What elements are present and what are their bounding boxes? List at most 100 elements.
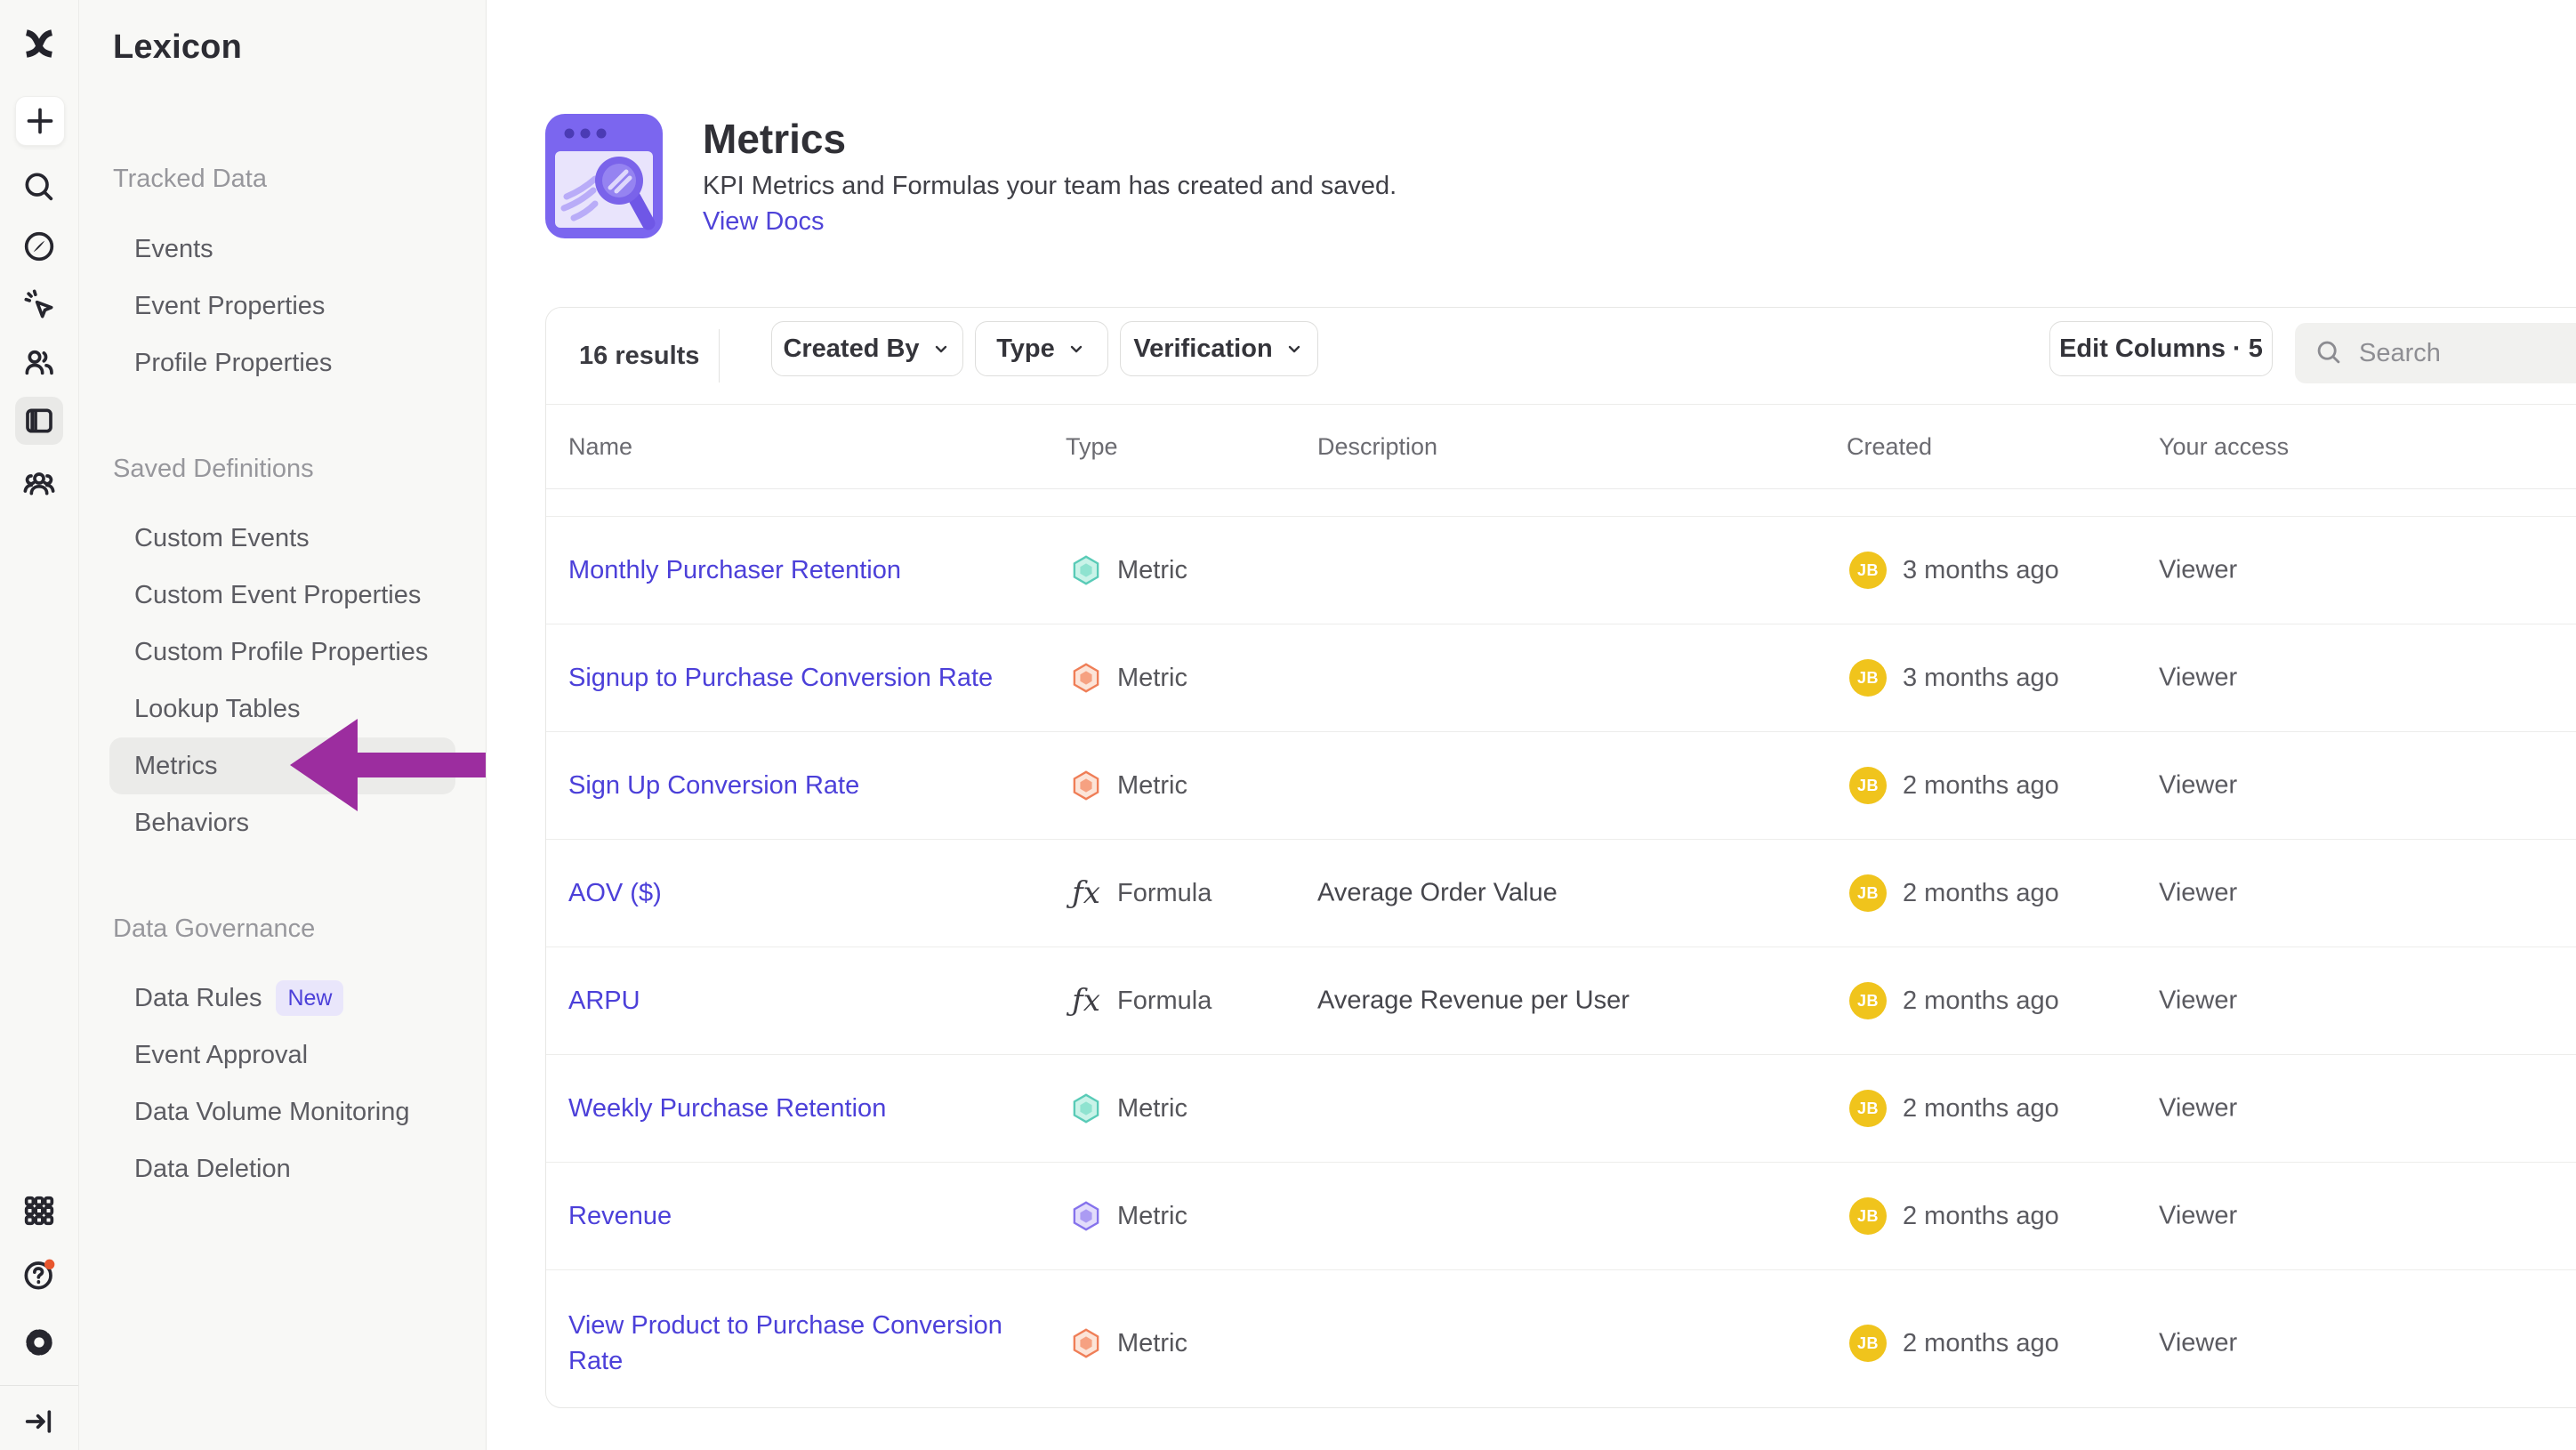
creator-avatar: JB <box>1849 552 1887 589</box>
created-time: 2 months ago <box>1903 1202 2059 1231</box>
created-cell: JB 2 months ago <box>1849 1090 2059 1127</box>
formula-fx-icon: ƒx <box>1069 983 1103 1019</box>
access-cell: Viewer <box>2159 771 2237 801</box>
lexicon-panel-icon[interactable] <box>15 397 63 445</box>
access-cell: Viewer <box>2159 1329 2237 1358</box>
created-by-filter-button[interactable]: Created By <box>771 321 963 376</box>
table-header: Name Type Description Created Your acces… <box>546 405 2576 489</box>
column-header-type[interactable]: Type <box>1066 405 1118 488</box>
type-label: Metric <box>1117 664 1187 693</box>
toolbar-divider <box>719 329 720 383</box>
mixpanel-logo-icon[interactable] <box>18 22 60 65</box>
created-cell: JB 3 months ago <box>1849 552 2059 589</box>
created-time: 2 months ago <box>1903 1329 2059 1358</box>
type-cell: Metric <box>1069 1326 1187 1360</box>
created-time: 2 months ago <box>1903 879 2059 908</box>
metric-teal-hexagon-icon <box>1069 553 1103 587</box>
sidebar-item-label: Events <box>134 221 213 278</box>
creator-avatar: JB <box>1849 874 1887 912</box>
column-header-description[interactable]: Description <box>1317 405 1437 488</box>
access-cell: Viewer <box>2159 1202 2237 1231</box>
metric-name-link[interactable]: Weekly Purchase Retention <box>568 1091 1053 1126</box>
sidebar-item-label: Event Approval <box>134 1027 308 1083</box>
search-icon <box>2314 338 2345 368</box>
sidebar-item-data-volume-monitoring[interactable]: Data Volume Monitoring <box>109 1083 455 1140</box>
users-icon[interactable] <box>18 341 60 383</box>
sidebar-item-label: Data Rules <box>134 970 262 1027</box>
sidebar-item-metrics[interactable]: Metrics <box>109 737 455 794</box>
sidebar-item-profile-properties[interactable]: Profile Properties <box>109 334 455 391</box>
column-header-your-access[interactable]: Your access <box>2159 405 2289 488</box>
type-label: Formula <box>1117 879 1212 908</box>
sidebar-item-label: Custom Event Properties <box>134 567 421 624</box>
cohorts-icon[interactable] <box>18 462 60 504</box>
created-cell: JB 2 months ago <box>1849 767 2059 804</box>
creator-avatar: JB <box>1849 1197 1887 1235</box>
page-subtitle: KPI Metrics and Formulas your team has c… <box>703 172 1397 201</box>
notification-dot <box>44 1260 54 1269</box>
settings-gear-icon[interactable] <box>18 1321 60 1364</box>
sidebar-item-label: Profile Properties <box>134 334 332 391</box>
chevron-down-icon <box>930 338 952 359</box>
metric-name-link[interactable]: AOV ($) <box>568 875 1053 911</box>
creator-avatar: JB <box>1849 1090 1887 1127</box>
sidebar-item-label: Data Volume Monitoring <box>134 1083 410 1140</box>
column-header-name[interactable]: Name <box>568 405 632 488</box>
table-row: View Product to Purchase Conversion Rate… <box>546 1270 2576 1416</box>
description-cell: Average Revenue per User <box>1317 987 1630 1016</box>
created-cell: JB 2 months ago <box>1849 982 2059 1019</box>
sidebar-item-custom-event-properties[interactable]: Custom Event Properties <box>109 567 455 624</box>
help-icon[interactable] <box>18 1253 60 1296</box>
search-placeholder: Search <box>2359 339 2441 368</box>
search-input[interactable]: Search <box>2295 323 2576 383</box>
type-label: Metric <box>1117 556 1187 585</box>
verification-filter-button[interactable]: Verification <box>1120 321 1318 376</box>
sidebar-item-behaviors[interactable]: Behaviors <box>109 794 455 851</box>
rail-divider <box>0 1385 78 1386</box>
metric-red-hexagon-icon <box>1069 661 1103 695</box>
sidebar-item-events[interactable]: Events <box>109 221 455 278</box>
column-header-created[interactable]: Created <box>1847 405 1932 488</box>
sidebar-item-event-approval[interactable]: Event Approval <box>109 1027 455 1083</box>
sidebar-item-data-rules[interactable]: Data Rules New <box>109 970 455 1027</box>
sidebar-item-data-deletion[interactable]: Data Deletion <box>109 1140 455 1197</box>
metric-name-link[interactable]: Revenue <box>568 1198 1053 1234</box>
table-row: ARPU ƒx Formula Average Revenue per User… <box>546 947 2576 1055</box>
metric-name-link[interactable]: Signup to Purchase Conversion Rate <box>568 660 1053 696</box>
nav-rail <box>0 0 79 1450</box>
sidebar-item-custom-events[interactable]: Custom Events <box>109 510 455 567</box>
sidebar-section-label: Data Governance <box>113 911 486 947</box>
sidebar-item-label: Behaviors <box>134 794 249 851</box>
edit-columns-button[interactable]: Edit Columns · 5 <box>2049 321 2273 376</box>
boards-compass-icon[interactable] <box>18 225 60 268</box>
metric-name-link[interactable]: View Product to Purchase Conversion Rate <box>568 1308 1053 1379</box>
created-time: 3 months ago <box>1903 664 2059 693</box>
collapse-sidebar-icon[interactable] <box>18 1400 60 1443</box>
page-title: Metrics <box>703 115 846 163</box>
edit-columns-label: Edit Columns · 5 <box>2059 334 2263 364</box>
search-icon[interactable] <box>18 165 60 208</box>
partial-scrolled-row <box>546 489 2576 517</box>
type-cell: Metric <box>1069 1092 1187 1125</box>
sidebar-item-custom-profile-properties[interactable]: Custom Profile Properties <box>109 624 455 681</box>
table-row: Weekly Purchase Retention Metric JB 2 mo… <box>546 1055 2576 1163</box>
sidebar-item-label: Custom Events <box>134 510 310 567</box>
access-cell: Viewer <box>2159 879 2237 908</box>
create-plus-button[interactable] <box>15 96 65 146</box>
view-docs-link[interactable]: View Docs <box>703 207 824 237</box>
table-row: Sign Up Conversion Rate Metric JB 2 mont… <box>546 732 2576 840</box>
description-cell: Average Order Value <box>1317 879 1558 908</box>
sidebar-section-label: Saved Definitions <box>113 451 486 487</box>
events-cursor-icon[interactable] <box>18 283 60 326</box>
creator-avatar: JB <box>1849 1325 1887 1362</box>
sidebar-item-lookup-tables[interactable]: Lookup Tables <box>109 681 455 737</box>
sidebar-item-event-properties[interactable]: Event Properties <box>109 278 455 334</box>
sidebar-sections: Tracked Data Events Event Properties Pro… <box>79 0 486 1197</box>
metric-name-link[interactable]: Sign Up Conversion Rate <box>568 768 1053 803</box>
type-filter-label: Type <box>996 334 1055 364</box>
metric-name-link[interactable]: Monthly Purchaser Retention <box>568 552 1053 588</box>
created-time: 3 months ago <box>1903 556 2059 585</box>
type-filter-button[interactable]: Type <box>975 321 1108 376</box>
apps-grid-icon[interactable] <box>18 1189 60 1232</box>
metric-name-link[interactable]: ARPU <box>568 983 1053 1019</box>
